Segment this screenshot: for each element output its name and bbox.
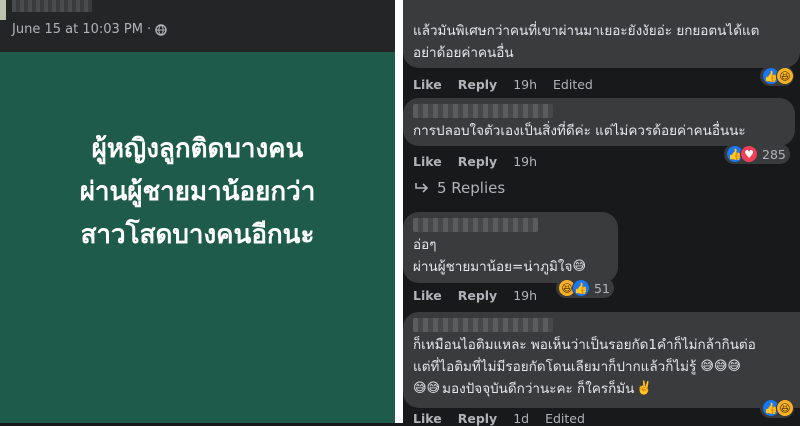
comment-text-row: แต่ที่ไอติมที่ไม่มีรอยกัดโดนเลียมาก็ปากแ… <box>413 356 790 378</box>
haha-reaction-icon: 😆 <box>776 399 794 417</box>
commenter-name-blurred[interactable] <box>413 218 538 232</box>
comment-text-line: ก็เหมือนไอติมแหละ พอเห็นว่าเป็นรอยกัด1คำ… <box>413 337 756 353</box>
post-image-text: ผู้หญิงลูกติดบางคน ผ่านผู้ชายมาน้อยกว่า … <box>0 128 395 257</box>
reply-link[interactable]: Reply <box>458 77 497 92</box>
comment-actions: Like Reply 19h Edited <box>413 77 593 92</box>
post-text-line: สาวโสดบางคนอีกนะ <box>80 220 315 250</box>
comment-text-line: แต่ที่ไอติมที่ไม่มีรอยกัดโดนเลียมาก็ปากแ… <box>413 359 697 375</box>
comment-actions: Like Reply 19h <box>413 154 537 169</box>
comment-bubble: การปลอบใจตัวเองเป็นสิ่งที่ดีค่ะ แต่ไม่คว… <box>403 98 795 146</box>
commenter-name-blurred[interactable] <box>413 318 553 332</box>
comment-actions: Like Reply 1d Edited <box>413 411 585 426</box>
comment-time[interactable]: 19h <box>513 288 537 303</box>
comment-bubble: ก็เหมือนไอติมแหละ พอเห็นว่าเป็นรอยกัด1คำ… <box>403 312 800 408</box>
victory-hand-emoji: ✌️ <box>636 381 653 396</box>
like-link[interactable]: Like <box>413 77 442 92</box>
reaction-count: 285 <box>762 146 786 162</box>
like-link[interactable]: Like <box>413 288 442 303</box>
sweat-smile-emoji: 😅😅 <box>413 381 441 396</box>
comment-actions: Like Reply 19h <box>413 288 537 303</box>
view-replies-link[interactable]: 5 Replies <box>415 179 505 197</box>
like-reaction-icon: 👍 <box>572 279 590 297</box>
comment-text-line: แล้วมันพิเศษกว่าคนที่เขาผ่านมาเยอะยังงัย… <box>413 23 760 39</box>
like-link[interactable]: Like <box>413 411 442 426</box>
sweat-smile-emoji: 😅😅😅 <box>700 359 741 374</box>
meta-separator: · <box>146 22 152 37</box>
reply-link[interactable]: Reply <box>458 154 497 169</box>
comment-text-line: ผ่านผู้ชายมาน้อย=น่าภูมิใจ <box>413 259 573 275</box>
reply-link[interactable]: Reply <box>458 288 497 303</box>
comment-text-line: อ่อๆ <box>413 237 437 253</box>
reaction-count: 51 <box>594 280 610 296</box>
sweat-smile-emoji: 😅 <box>572 259 586 274</box>
reaction-summary[interactable]: 👍 😆 <box>760 66 794 86</box>
comment-text-line: มองปัจจุบันดีกว่านะคะ ก็ใครก็มัน <box>442 381 635 397</box>
reaction-summary[interactable]: 😆 👍 51 <box>556 278 614 298</box>
love-reaction-icon: ♥ <box>740 145 758 163</box>
reply-arrow-icon <box>415 183 429 193</box>
post-meta: June 15 at 10:03 PM · <box>12 22 167 37</box>
post-header: June 15 at 10:03 PM · <box>0 0 395 52</box>
commenter-name-blurred[interactable] <box>413 104 553 118</box>
post-text-line: ผ่านผู้ชายมาน้อยกว่า <box>79 177 316 207</box>
reaction-summary[interactable]: 👍 😆 <box>760 398 794 418</box>
like-link[interactable]: Like <box>413 154 442 169</box>
post-text-line: ผู้หญิงลูกติดบางคน <box>91 134 304 164</box>
reply-link[interactable]: Reply <box>458 411 497 426</box>
comment-text-line: การปลอบใจตัวเองเป็นสิ่งที่ดีค่ะ แต่ไม่คว… <box>413 123 746 139</box>
comment-text-row: ผ่านผู้ชายมาน้อย=น่าภูมิใจ 😅 <box>413 256 608 278</box>
panel-divider <box>395 0 403 423</box>
edited-label: Edited <box>553 77 593 92</box>
comment-text-row: 😅😅 มองปัจจุบันดีกว่านะคะ ก็ใครก็มัน ✌️ <box>413 378 790 400</box>
globe-icon <box>155 23 167 36</box>
haha-reaction-icon: 😆 <box>776 67 794 85</box>
comment-bubble: อ่อๆ ผ่านผู้ชายมาน้อย=น่าภูมิใจ 😅 <box>403 212 618 283</box>
post-timestamp[interactable]: June 15 at 10:03 PM <box>12 22 143 37</box>
reaction-summary[interactable]: 👍 ♥ 285 <box>724 144 790 164</box>
comment-text-line: อย่าด้อยค่าคนอื่น <box>413 45 514 61</box>
avatar[interactable] <box>0 0 6 20</box>
comment-time[interactable]: 19h <box>513 77 537 92</box>
comment-bubble: แล้วมันพิเศษกว่าคนที่เขาผ่านมาเยอะยังงัย… <box>403 0 800 68</box>
edited-label: Edited <box>545 411 585 426</box>
comment-time[interactable]: 19h <box>513 154 537 169</box>
comment-time[interactable]: 1d <box>513 411 529 426</box>
post-panel: June 15 at 10:03 PM · ผู้หญิงลูกติดบางคน… <box>0 0 395 423</box>
replies-count-label: 5 Replies <box>437 179 506 197</box>
author-name-blurred[interactable] <box>12 0 92 12</box>
